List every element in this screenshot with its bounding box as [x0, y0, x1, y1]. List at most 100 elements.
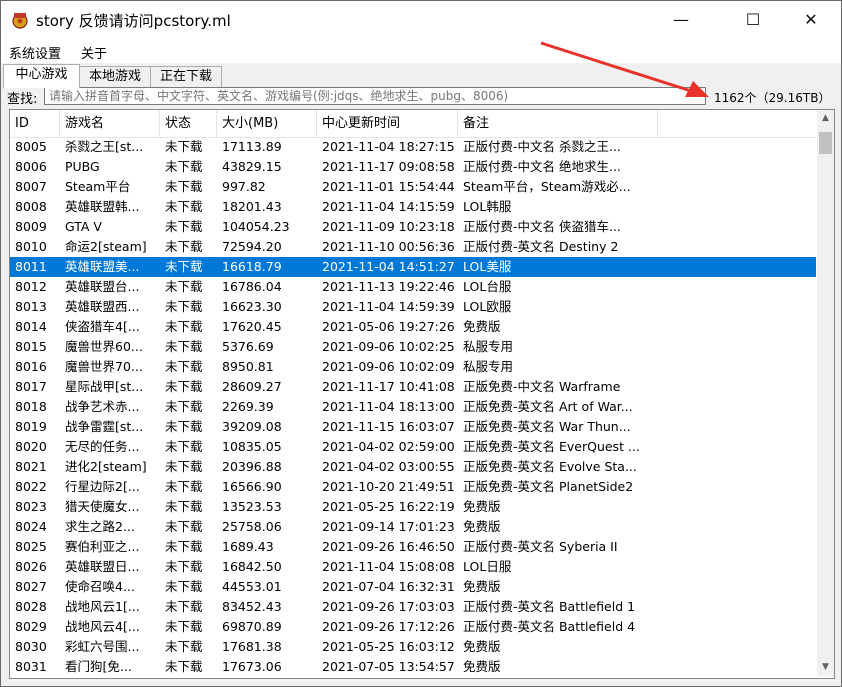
close-icon: ✕ [804, 10, 818, 29]
table-row[interactable]: 8027 使命召唤4... 未下载 44553.01 2021-07-04 16:32:… [10, 577, 816, 597]
table-row[interactable]: 8014 侠盗猎车4[... 未下载 17620.45 2021-05-06 19:27… [10, 317, 816, 337]
table-row[interactable]: 8017 星际战甲[st... 未下载 28609.27 2021-11-17 10:4… [10, 377, 816, 397]
table-row[interactable]: 8022 行星边际2[... 未下载 16566.90 2021-10-20 21:49… [10, 477, 816, 497]
cell-id: 8026 [15, 559, 47, 574]
table-row[interactable]: 8024 求生之路2... 未下载 25758.06 2021-09-14 17:01:… [10, 517, 816, 537]
table-row[interactable]: 8012 英雄联盟台... 未下载 16786.04 2021-11-13 19:22:… [10, 277, 816, 297]
cell-filler [658, 457, 816, 477]
cell-name: 猎天使魔女... [65, 499, 140, 514]
minimize-button[interactable]: — [658, 1, 704, 39]
game-list[interactable]: ID 游戏名 状态 大小(MB) 中心更新时间 备注 8005 杀戮之王[st..… [9, 109, 835, 679]
maximize-button[interactable]: ☐ [730, 1, 776, 39]
table-row[interactable]: 8015 魔兽世界60... 未下载 5376.69 2021-09-06 10:02:… [10, 337, 816, 357]
tab-downloading[interactable]: 正在下载 [150, 66, 222, 87]
cell-size: 69870.89 [222, 619, 282, 634]
table-row[interactable]: 8008 英雄联盟韩... 未下载 18201.43 2021-11-04 14:15:… [10, 197, 816, 217]
table-row[interactable]: 8025 赛伯利亚之... 未下载 1689.43 2021-09-26 16:46:5… [10, 537, 816, 557]
cell-note: 正版付费-英文名 Destiny 2 [463, 239, 619, 254]
cell-note: LOL韩服 [463, 199, 512, 214]
cell-filler [658, 237, 816, 257]
cell-size: 5376.69 [222, 339, 274, 354]
table-row[interactable]: 8021 进化2[steam] 未下载 20396.88 2021-04-02 03:0… [10, 457, 816, 477]
cell-name: 魔兽世界70... [65, 359, 143, 374]
table-row[interactable]: 8016 魔兽世界70... 未下载 8950.81 2021-09-06 10:02:… [10, 357, 816, 377]
cell-note: 私服专用 [463, 359, 514, 374]
column-header-status[interactable]: 状态 [160, 110, 217, 137]
tab-local-games[interactable]: 本地游戏 [79, 66, 151, 87]
cell-size: 18201.43 [222, 199, 282, 214]
table-row[interactable]: 8031 看门狗[免... 未下载 17673.06 2021-07-05 13:54:… [10, 657, 816, 677]
scrollbar-thumb[interactable] [819, 132, 832, 154]
table-row[interactable]: 8005 杀戮之王[st... 未下载 17113.89 2021-11-04 18:2… [10, 137, 816, 157]
cell-status: 未下载 [165, 279, 203, 294]
table-row[interactable]: 8026 英雄联盟日... 未下载 16842.50 2021-11-04 15:08:… [10, 557, 816, 577]
window-title: story 反馈请访问pcstory.ml [36, 12, 231, 30]
table-row[interactable]: 8029 战地风云4[... 未下载 69870.89 2021-09-26 17:12… [10, 617, 816, 637]
title-bar[interactable]: story 反馈请访问pcstory.ml — ☐ ✕ [1, 1, 841, 39]
table-row[interactable]: 8011 英雄联盟美... 未下载 16618.79 2021-11-04 14:51:… [10, 257, 816, 277]
table-row[interactable]: 8023 猎天使魔女... 未下载 13523.53 2021-05-25 16:22:… [10, 497, 816, 517]
cell-id: 8024 [15, 519, 47, 534]
table-row[interactable]: 8009 GTA V 未下载 104054.23 2021-11-09 10:23:18… [10, 217, 816, 237]
cell-note: 正版付费-中文名 绝地求生... [463, 159, 621, 174]
cell-name: 侠盗猎车4[... [65, 319, 140, 334]
cell-updated: 2021-11-10 00:56:36 [322, 239, 455, 254]
cell-note: 正版付费-中文名 杀戮之王... [463, 139, 621, 154]
cell-status: 未下载 [165, 319, 203, 334]
table-row[interactable]: 8007 Steam平台 未下载 997.82 2021-11-01 15:54:44 S… [10, 177, 816, 197]
cell-id: 8013 [15, 299, 47, 314]
search-label: 查找: [7, 92, 38, 107]
column-header-note[interactable]: 备注 [458, 110, 658, 137]
table-row[interactable]: 8019 战争雷霆[st... 未下载 39209.08 2021-11-15 16:0… [10, 417, 816, 437]
cell-name: 战地风云4[... [65, 619, 140, 634]
cell-updated: 2021-11-13 19:22:46 [322, 279, 455, 294]
cell-name: GTA V [65, 219, 102, 234]
cell-updated: 2021-11-17 10:41:08 [322, 379, 455, 394]
menu-about[interactable]: 关于 [81, 43, 107, 62]
cell-filler [658, 337, 816, 357]
cell-updated: 2021-11-01 15:54:44 [322, 179, 455, 194]
column-header-size[interactable]: 大小(MB) [217, 110, 317, 137]
scroll-up-icon[interactable]: ▲ [817, 110, 834, 127]
cell-filler [658, 637, 816, 657]
cell-name: 求生之路2... [65, 519, 135, 534]
cell-status: 未下载 [165, 519, 203, 534]
cell-filler [658, 577, 816, 597]
table-row[interactable]: 8028 战地风云1[... 未下载 83452.43 2021-09-26 17:03… [10, 597, 816, 617]
column-header-updated[interactable]: 中心更新时间 [317, 110, 458, 137]
cell-updated: 2021-11-17 09:08:58 [322, 159, 455, 174]
cell-note: Steam平台，Steam游戏必... [463, 179, 631, 194]
cell-updated: 2021-09-06 10:02:09 [322, 359, 455, 374]
minimize-icon: — [673, 10, 689, 29]
cell-status: 未下载 [165, 299, 203, 314]
table-row[interactable]: 8006 PUBG 未下载 43829.15 2021-11-17 09:08:58 正版… [10, 157, 816, 177]
cell-filler [658, 197, 816, 217]
cell-updated: 2021-11-04 14:15:59 [322, 199, 455, 214]
cell-filler [658, 537, 816, 557]
cell-id: 8010 [15, 239, 47, 254]
table-row[interactable]: 8030 彩虹六号围... 未下载 17681.38 2021-05-25 16:03:… [10, 637, 816, 657]
cell-status: 未下载 [165, 639, 203, 654]
cell-status: 未下载 [165, 559, 203, 574]
close-button[interactable]: ✕ [788, 1, 834, 39]
cell-note: LOL日服 [463, 559, 512, 574]
cell-name: 无尽的任务... [65, 439, 140, 454]
search-input[interactable] [44, 87, 706, 105]
cell-name: 看门狗[免... [65, 659, 132, 674]
column-header-id[interactable]: ID [10, 110, 60, 137]
cell-note: 私服专用 [463, 339, 514, 354]
table-row[interactable]: 8013 英雄联盟西... 未下载 16623.30 2021-11-04 14:59:… [10, 297, 816, 317]
table-row[interactable]: 8018 战争艺术赤... 未下载 2269.39 2021-11-04 18:13:0… [10, 397, 816, 417]
vertical-scrollbar[interactable]: ▲ ▼ [817, 110, 834, 676]
menu-system-settings[interactable]: 系统设置 [9, 43, 61, 62]
scroll-down-icon[interactable]: ▼ [817, 659, 834, 676]
table-row[interactable]: 8010 命运2[steam] 未下载 72594.20 2021-11-10 00:5… [10, 237, 816, 257]
cell-name: 英雄联盟韩... [65, 199, 140, 214]
cell-status: 未下载 [165, 459, 203, 474]
column-header-name[interactable]: 游戏名 [60, 110, 160, 137]
table-row[interactable]: 8020 无尽的任务... 未下载 10835.05 2021-04-02 02:59:… [10, 437, 816, 457]
cell-filler [658, 137, 816, 157]
cell-updated: 2021-11-09 10:23:18 [322, 219, 455, 234]
cell-filler [658, 177, 816, 197]
tab-center-games[interactable]: 中心游戏 [3, 64, 80, 88]
